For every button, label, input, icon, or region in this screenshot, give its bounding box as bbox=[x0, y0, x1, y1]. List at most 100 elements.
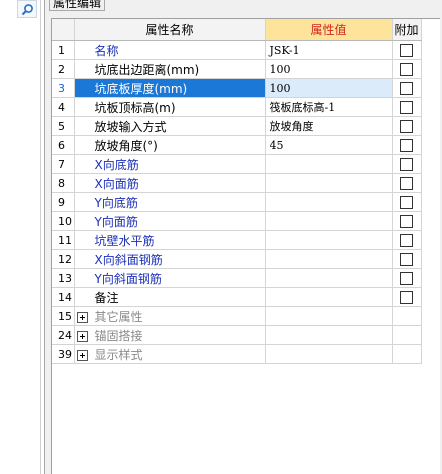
property-value[interactable] bbox=[265, 230, 393, 250]
column-header-attach[interactable]: 附加 bbox=[392, 19, 422, 41]
property-row[interactable]: 7 X向底筋 bbox=[52, 154, 422, 174]
property-row[interactable]: 9 Y向底筋 bbox=[52, 192, 422, 212]
property-name[interactable]: 放坡输入方式 bbox=[74, 116, 266, 136]
attach-checkbox[interactable] bbox=[400, 100, 413, 114]
column-header-value[interactable]: 属性值 bbox=[265, 19, 393, 41]
property-value[interactable] bbox=[265, 154, 393, 174]
row-number: 8 bbox=[52, 173, 75, 193]
property-grid: 属性名称 属性值 附加 1 名称 JSK-1 2 坑底出边距离(mm) 100 3 坑底板厚度… bbox=[51, 18, 440, 474]
tab-property-editor[interactable]: 属性编辑 bbox=[49, 0, 106, 11]
expand-plus-icon[interactable] bbox=[76, 349, 88, 361]
property-row[interactable]: 14 备注 bbox=[52, 287, 422, 307]
property-value[interactable] bbox=[265, 249, 393, 269]
group-name-cell: 其它属性 bbox=[74, 306, 266, 326]
property-row[interactable]: 10 Y向面筋 bbox=[52, 211, 422, 231]
search-button[interactable] bbox=[17, 0, 37, 18]
attach-checkbox[interactable] bbox=[400, 271, 413, 285]
group-label[interactable]: 其它属性 bbox=[95, 310, 143, 324]
attach-checkbox[interactable] bbox=[400, 214, 413, 228]
property-value[interactable] bbox=[265, 173, 393, 193]
row-number: 1 bbox=[52, 40, 75, 60]
property-row[interactable]: 11 坑壁水平筋 bbox=[52, 230, 422, 250]
property-row[interactable]: 6 放坡角度(°) 45 bbox=[52, 135, 422, 155]
attach-cell bbox=[392, 230, 422, 250]
group-value-cell bbox=[265, 344, 393, 364]
attach-checkbox[interactable] bbox=[400, 176, 413, 190]
property-name[interactable]: 坑板顶标高(m) bbox=[74, 97, 266, 117]
property-name[interactable]: 放坡角度(°) bbox=[74, 135, 266, 155]
property-name[interactable]: X向底筋 bbox=[74, 154, 266, 174]
property-name[interactable]: 备注 bbox=[74, 287, 266, 307]
property-row[interactable]: 4 坑板顶标高(m) 筏板底标高-1 bbox=[52, 97, 422, 117]
property-name[interactable]: Y向斜面钢筋 bbox=[74, 268, 266, 288]
panel-divider[interactable] bbox=[40, 0, 41, 474]
row-number: 15 bbox=[52, 306, 75, 326]
property-name[interactable]: 坑底板厚度(mm) bbox=[74, 78, 266, 98]
property-value[interactable] bbox=[265, 211, 393, 231]
property-name[interactable]: X向斜面钢筋 bbox=[74, 249, 266, 269]
column-header-name[interactable]: 属性名称 bbox=[74, 19, 266, 41]
group-name-cell: 锚固搭接 bbox=[74, 325, 266, 345]
property-row[interactable]: 2 坑底出边距离(mm) 100 bbox=[52, 59, 422, 79]
attach-checkbox[interactable] bbox=[400, 157, 413, 171]
header-row: 属性名称 属性值 附加 bbox=[52, 19, 422, 41]
attach-checkbox[interactable] bbox=[400, 43, 413, 57]
search-icon bbox=[21, 4, 33, 16]
property-group-row[interactable]: 24 锚固搭接 bbox=[52, 325, 422, 345]
property-value[interactable]: 100 bbox=[265, 59, 393, 79]
attach-checkbox[interactable] bbox=[400, 195, 413, 209]
property-name[interactable]: 坑壁水平筋 bbox=[74, 230, 266, 250]
property-group-row[interactable]: 39 显示样式 bbox=[52, 344, 422, 364]
attach-checkbox[interactable] bbox=[400, 252, 413, 266]
property-name[interactable]: X向面筋 bbox=[74, 173, 266, 193]
property-value[interactable]: 筏板底标高-1 bbox=[265, 97, 393, 117]
expand-plus-icon[interactable] bbox=[76, 311, 88, 323]
row-number: 39 bbox=[52, 344, 75, 364]
group-value-cell bbox=[265, 306, 393, 326]
attach-cell bbox=[392, 40, 422, 60]
attach-checkbox[interactable] bbox=[400, 233, 413, 247]
property-value[interactable]: 100 bbox=[265, 78, 393, 98]
attach-cell bbox=[392, 287, 422, 307]
property-row[interactable]: 12 X向斜面钢筋 bbox=[52, 249, 422, 269]
attach-checkbox[interactable] bbox=[400, 138, 413, 152]
group-attach-cell bbox=[392, 325, 422, 345]
property-value[interactable] bbox=[265, 268, 393, 288]
property-value[interactable]: JSK-1 bbox=[265, 40, 393, 60]
property-value[interactable]: 45 bbox=[265, 135, 393, 155]
property-name[interactable]: Y向底筋 bbox=[74, 192, 266, 212]
property-row[interactable]: 8 X向面筋 bbox=[52, 173, 422, 193]
attach-cell bbox=[392, 211, 422, 231]
row-number: 2 bbox=[52, 59, 75, 79]
attach-checkbox[interactable] bbox=[400, 62, 413, 76]
row-number: 14 bbox=[52, 287, 75, 307]
attach-checkbox[interactable] bbox=[400, 119, 413, 133]
group-attach-cell bbox=[392, 344, 422, 364]
expand-plus-icon[interactable] bbox=[76, 330, 88, 342]
row-number: 7 bbox=[52, 154, 75, 174]
property-row[interactable]: 1 名称 JSK-1 bbox=[52, 40, 422, 60]
attach-cell bbox=[392, 97, 422, 117]
attach-checkbox[interactable] bbox=[400, 290, 413, 304]
property-row[interactable]: 3 坑底板厚度(mm) 100 bbox=[52, 78, 422, 98]
property-name[interactable]: Y向面筋 bbox=[74, 211, 266, 231]
attach-checkbox[interactable] bbox=[400, 81, 413, 95]
property-value[interactable]: 放坡角度 bbox=[265, 116, 393, 136]
property-group-row[interactable]: 15 其它属性 bbox=[52, 306, 422, 326]
row-number: 24 bbox=[52, 325, 75, 345]
property-row[interactable]: 5 放坡输入方式 放坡角度 bbox=[52, 116, 422, 136]
row-number: 13 bbox=[52, 268, 75, 288]
property-name[interactable]: 名称 bbox=[74, 40, 266, 60]
property-value[interactable] bbox=[265, 192, 393, 212]
group-label[interactable]: 显示样式 bbox=[95, 348, 143, 362]
property-value[interactable] bbox=[265, 287, 393, 307]
property-row[interactable]: 13 Y向斜面钢筋 bbox=[52, 268, 422, 288]
row-number: 10 bbox=[52, 211, 75, 231]
row-number: 11 bbox=[52, 230, 75, 250]
property-table: 属性名称 属性值 附加 1 名称 JSK-1 2 坑底出边距离(mm) 100 3 坑底板厚度… bbox=[52, 19, 422, 364]
group-value-cell bbox=[265, 325, 393, 345]
attach-cell bbox=[392, 154, 422, 174]
property-name[interactable]: 坑底出边距离(mm) bbox=[74, 59, 266, 79]
group-label[interactable]: 锚固搭接 bbox=[95, 329, 143, 343]
corner-cell bbox=[52, 19, 75, 41]
